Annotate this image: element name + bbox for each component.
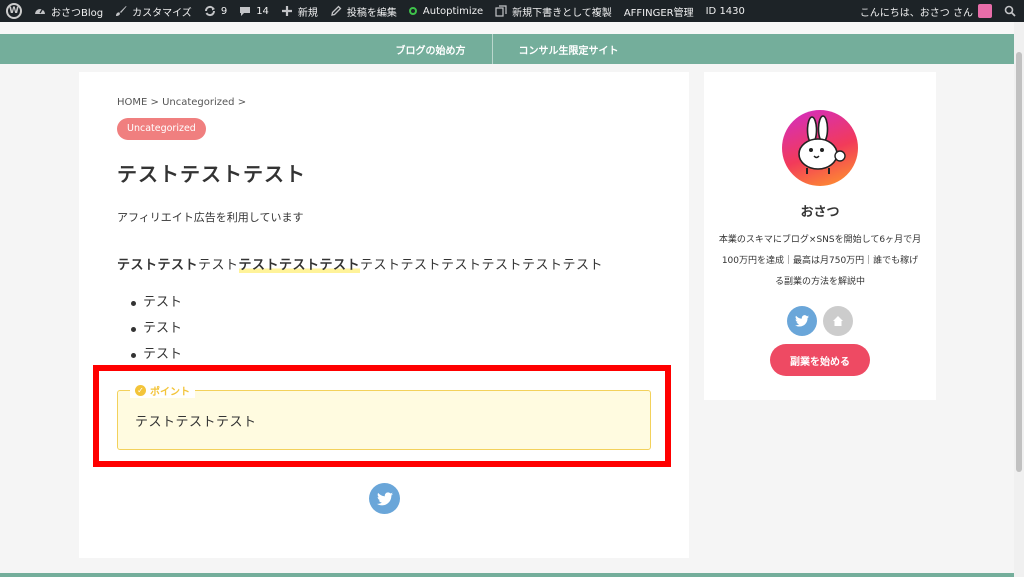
- plain-text: テスト: [198, 258, 239, 273]
- article-card: HOME > Uncategorized > Uncategorized テスト…: [79, 72, 689, 558]
- new-content-menu[interactable]: 新規: [275, 0, 324, 22]
- user-avatar-icon: [978, 4, 992, 18]
- profile-links: [787, 306, 853, 336]
- marker-text: テストテストテスト: [238, 258, 361, 273]
- twitter-share-button[interactable]: [369, 483, 400, 514]
- twitter-icon: [376, 491, 393, 505]
- twitter-icon: [795, 315, 809, 327]
- affinger-menu[interactable]: AFFINGER管理: [618, 0, 700, 22]
- duplicate-label: 新規下書きとして複製: [512, 7, 612, 19]
- point-box: ✓ ポイント テストテストテスト: [117, 383, 651, 450]
- point-label-text: ポイント: [150, 387, 190, 398]
- point-label: ✓ ポイント: [130, 383, 195, 398]
- header-strip: [0, 22, 1014, 34]
- wordpress-icon: W: [6, 3, 22, 19]
- comments-count: 14: [256, 5, 269, 17]
- customize-menu[interactable]: カスタマイズ: [109, 0, 198, 22]
- nav-item-consul-site[interactable]: コンサル生限定サイト: [493, 34, 645, 64]
- breadcrumb[interactable]: HOME > Uncategorized >: [117, 97, 246, 108]
- bullet-list: テスト テスト テスト: [131, 295, 182, 373]
- check-icon: ✓: [135, 385, 146, 396]
- comment-icon: [240, 7, 251, 16]
- site-name-menu[interactable]: おさつBlog: [28, 0, 109, 22]
- wp-logo-menu[interactable]: W: [0, 0, 28, 22]
- footer-edge: [0, 573, 1014, 577]
- list-item: テスト: [131, 321, 182, 347]
- autoptimize-label: Autoptimize: [422, 5, 484, 17]
- search-icon: [1004, 5, 1016, 17]
- customize-label: カスタマイズ: [132, 7, 192, 19]
- status-circle-icon: [408, 7, 417, 15]
- edit-post-label: 投稿を編集: [346, 7, 397, 19]
- home-icon: [833, 316, 843, 326]
- profile-description: 本業のスキマにブログ×SNSを開始して6ヶ月で月100万円を達成｜最高は月750…: [718, 235, 922, 287]
- start-side-business-button[interactable]: 副業を始める: [770, 344, 870, 376]
- profile-card: おさつ 本業のスキマにブログ×SNSを開始して6ヶ月で月100万円を達成｜最高は…: [704, 72, 936, 400]
- pencil-icon: [331, 5, 342, 16]
- autoptimize-menu[interactable]: Autoptimize: [403, 0, 489, 22]
- affiliate-notice: アフィリエイト広告を利用しています: [117, 211, 304, 224]
- new-label: 新規: [297, 7, 318, 19]
- updates-count: 9: [220, 5, 228, 17]
- list-item: テスト: [131, 295, 182, 321]
- article-paragraph: テストテストテストテストテストテストテストテストテストテストテストテスト: [117, 254, 603, 273]
- global-nav: ブログの始め方 コンサル生限定サイト: [0, 34, 1014, 64]
- nav-item-blog-start[interactable]: ブログの始め方: [370, 34, 492, 64]
- post-id: ID 1430: [700, 0, 751, 22]
- admin-search-button[interactable]: [998, 0, 1024, 22]
- plain-text: テストテストテストテストテストテスト: [360, 258, 604, 273]
- post-id-label: ID 1430: [705, 5, 745, 17]
- affinger-label: AFFINGER管理: [623, 7, 694, 19]
- dashboard-icon: [35, 8, 45, 14]
- comments-menu[interactable]: 14: [233, 0, 275, 22]
- point-text: テストテストテスト: [135, 415, 257, 430]
- plus-icon: [281, 6, 292, 16]
- brush-icon: [116, 6, 127, 16]
- scrollbar[interactable]: [1014, 22, 1024, 577]
- account-menu[interactable]: こんにちは、おさつ さん: [854, 0, 998, 22]
- duplicate-menu[interactable]: 新規下書きとして複製: [489, 0, 618, 22]
- updates-menu[interactable]: 9: [198, 0, 233, 22]
- refresh-icon: [204, 5, 215, 17]
- scrollbar-thumb[interactable]: [1016, 52, 1022, 472]
- category-badge[interactable]: Uncategorized: [117, 118, 206, 140]
- page-title: テストテストテスト: [117, 162, 306, 186]
- site-name: おさつBlog: [51, 7, 104, 19]
- bold-text: テストテスト: [117, 258, 199, 273]
- greeting: こんにちは、おさつ さん: [859, 7, 973, 19]
- edit-post-menu[interactable]: 投稿を編集: [324, 0, 403, 22]
- profile-avatar: [782, 110, 858, 186]
- twitter-link-button[interactable]: [787, 306, 817, 336]
- copy-icon: [495, 5, 507, 17]
- profile-name: おさつ: [800, 205, 840, 220]
- rabbit-icon: [798, 115, 846, 174]
- home-link-button[interactable]: [823, 306, 853, 336]
- admin-bar: W おさつBlog カスタマイズ 9 14 新規 投稿を編集 Autoptimi…: [0, 0, 1024, 22]
